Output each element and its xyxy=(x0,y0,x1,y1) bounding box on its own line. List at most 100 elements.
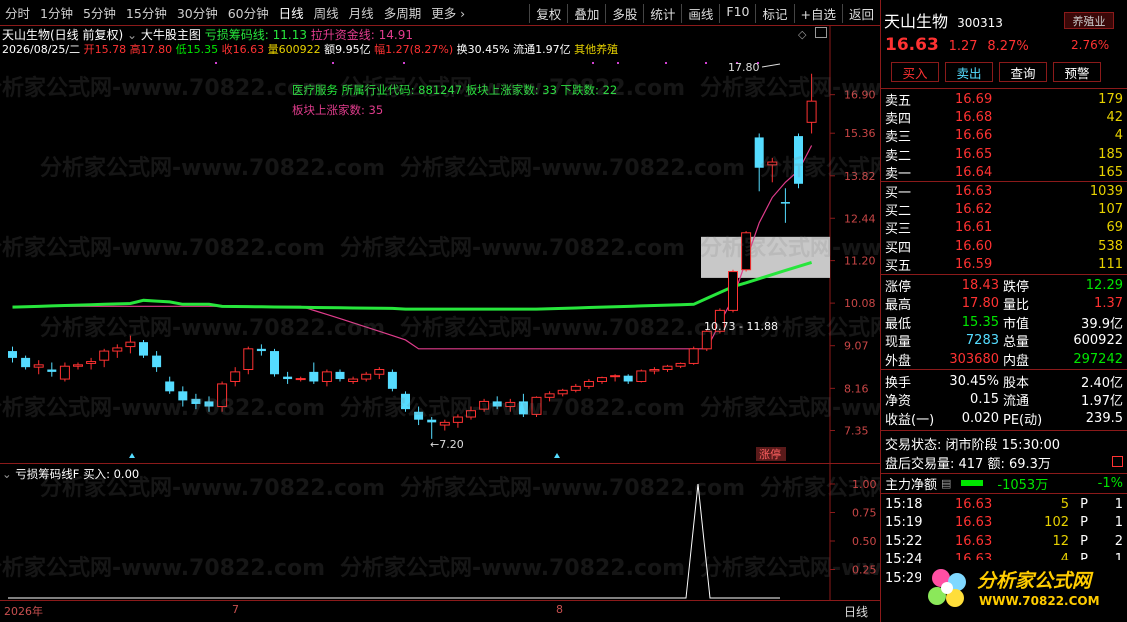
candle-body xyxy=(794,136,803,184)
period-tab-1[interactable]: 1分钟 xyxy=(35,3,78,22)
period-tab-8[interactable]: 月线 xyxy=(344,3,379,22)
net-flow-label: 主力净额 xyxy=(885,477,938,493)
stat-label: 跌停 xyxy=(1003,279,1030,295)
candle-body xyxy=(806,100,817,123)
period-tab-9[interactable]: 多周期 xyxy=(379,3,427,22)
asks-row[interactable]: 卖二 16.65 185 xyxy=(885,145,1123,164)
bids-row[interactable]: 买三 16.61 69 xyxy=(885,219,1123,237)
toolbar-button-6[interactable]: 标记 xyxy=(755,4,793,23)
period-tab-4[interactable]: 30分钟 xyxy=(172,3,223,22)
stat-value: 12.29 xyxy=(1085,277,1123,293)
limit-up-tag: 涨停 xyxy=(759,447,781,461)
period-tab-10[interactable]: 更多 › xyxy=(426,3,470,22)
period-tab-7[interactable]: 周线 xyxy=(309,3,344,22)
indicator-name[interactable]: 大牛股主图 xyxy=(141,28,201,42)
sub-y-axis-label: 0.75 xyxy=(852,507,877,520)
bids-row[interactable]: 买一 16.63 1039 xyxy=(885,182,1123,201)
candle-body xyxy=(531,396,542,415)
trade-button-3[interactable]: 预警 xyxy=(1053,62,1101,82)
stat-row: 涨停 18.43 跌停 12.29 xyxy=(885,276,1123,295)
bids-row[interactable]: 买四 16.60 538 xyxy=(885,237,1123,256)
period-tab-6[interactable]: 日线 xyxy=(274,3,309,22)
bids-row[interactable]: 买五 16.59 111 xyxy=(885,256,1123,274)
sub-header: ⌄ 亏损筹码线F 买入: 0.00 xyxy=(2,466,139,482)
info-close: 收16.63 xyxy=(221,43,265,56)
asks-row[interactable]: 卖一 16.64 165 xyxy=(885,164,1123,182)
asks-row[interactable]: 卖三 16.66 4 xyxy=(885,127,1123,145)
stat-row: 外盘 303680 内盘 297242 xyxy=(885,350,1123,369)
sector-tag[interactable]: 养殖业 xyxy=(1064,12,1114,29)
bids-row[interactable]: 买二 16.62 107 xyxy=(885,200,1123,219)
list-icon[interactable]: ▤ xyxy=(941,477,951,490)
candle-body xyxy=(178,391,188,401)
asks-label: 卖四 xyxy=(885,111,912,127)
sub-indicator-name[interactable]: 亏损筹码线F xyxy=(15,467,79,481)
tick-count: 1 xyxy=(1114,515,1123,530)
period-tab-0[interactable]: 分时 xyxy=(0,3,35,22)
toolbar-button-4[interactable]: 画线 xyxy=(681,4,719,23)
info-volume: 量600922 xyxy=(267,43,321,56)
toolbar-button-2[interactable]: 多股 xyxy=(605,4,643,23)
asks-volume: 4 xyxy=(1114,128,1123,144)
asks-price: 16.64 xyxy=(955,165,993,181)
chevron-down-icon[interactable]: ⌄ xyxy=(2,467,12,481)
trade-button-1[interactable]: 卖出 xyxy=(945,62,993,82)
candle-body xyxy=(125,341,136,348)
trade-button-0[interactable]: 买入 xyxy=(891,62,939,82)
logo: 分析家公式网 WWW.70822.COM xyxy=(921,560,1125,618)
green-line-series xyxy=(12,260,813,311)
bids-label: 买五 xyxy=(885,259,912,275)
candle-body xyxy=(256,348,266,352)
candle-body xyxy=(505,401,516,408)
candle-body xyxy=(610,375,621,378)
window-icon[interactable] xyxy=(815,27,827,38)
sub-indicator-chart[interactable]: 1.00 0.75 0.50 0.25 ⌄ 亏损筹码线F 买入: 0.00 xyxy=(0,463,880,601)
price-row: 16.63 1.27 8.27% xyxy=(885,35,1029,55)
candle-body xyxy=(374,369,385,375)
flower-logo-icon xyxy=(928,569,966,607)
sub-indicator-svg: 1.00 0.75 0.50 0.25 xyxy=(8,464,877,601)
x-axis-month-7: 7 xyxy=(232,603,239,616)
y-axis-label: 7.35 xyxy=(844,425,869,438)
candle-body xyxy=(597,377,607,382)
main-kline-chart[interactable]: 16.90 15.36 13.82 12.44 11.20 10.08 9.07 8.16 7.… xyxy=(0,26,880,463)
candle-body xyxy=(452,416,463,423)
tick-side: P xyxy=(1080,496,1088,512)
trade-button-2[interactable]: 查询 xyxy=(999,62,1047,82)
stock-code: 300313 xyxy=(957,16,1003,30)
stat-label: 股本 xyxy=(1003,375,1030,391)
period-toolbar: 分时 1分钟 5分钟 15分钟 30分钟 60分钟 日线 周线 月线 多周期 更多 › 复权 叠加 多股… xyxy=(0,0,880,26)
stat-label: 量比 xyxy=(1003,298,1030,314)
candle-body xyxy=(33,364,44,368)
asks-row[interactable]: 卖四 16.68 42 xyxy=(885,108,1123,127)
toolbar-button-8[interactable]: 返回 xyxy=(841,4,880,23)
toolbar-button-0[interactable]: 复权 xyxy=(529,4,567,23)
asks-row[interactable]: 卖五 16.69 179 xyxy=(885,90,1123,109)
period-label[interactable]: 日线 xyxy=(844,603,868,620)
net-flow-bar xyxy=(961,480,984,486)
toolbar-button-7[interactable]: +自选 xyxy=(793,4,842,23)
candle-body xyxy=(283,376,293,380)
period-tab-2[interactable]: 5分钟 xyxy=(78,3,121,22)
chevron-down-icon[interactable]: ⌄ xyxy=(127,28,137,42)
candle-body xyxy=(152,355,162,368)
period-tab-3[interactable]: 15分钟 xyxy=(121,3,172,22)
price-change: 1.27 xyxy=(948,39,978,54)
candle-body xyxy=(335,371,345,380)
asks-price: 16.66 xyxy=(955,128,993,144)
range-annotation: 10.73 - 11.88 xyxy=(704,320,778,333)
period-tab-5[interactable]: 60分钟 xyxy=(223,3,274,22)
expand-icon[interactable] xyxy=(1112,456,1123,467)
stat-value: 1.37 xyxy=(1094,296,1123,312)
toolbar-button-1[interactable]: 叠加 xyxy=(567,4,605,23)
stat-value: 39.9亿 xyxy=(1081,316,1123,332)
diamond-icon[interactable]: ◇ xyxy=(798,28,806,41)
bids-price: 16.59 xyxy=(955,257,993,273)
toolbar-button-3[interactable]: 统计 xyxy=(643,4,681,23)
candle-body xyxy=(191,398,201,404)
signal-line xyxy=(8,483,780,599)
stat-label: 涨停 xyxy=(885,279,912,295)
y-axis-label: 15.36 xyxy=(844,127,876,140)
candle-body xyxy=(518,401,528,415)
toolbar-button-5[interactable]: F10 xyxy=(719,4,755,23)
